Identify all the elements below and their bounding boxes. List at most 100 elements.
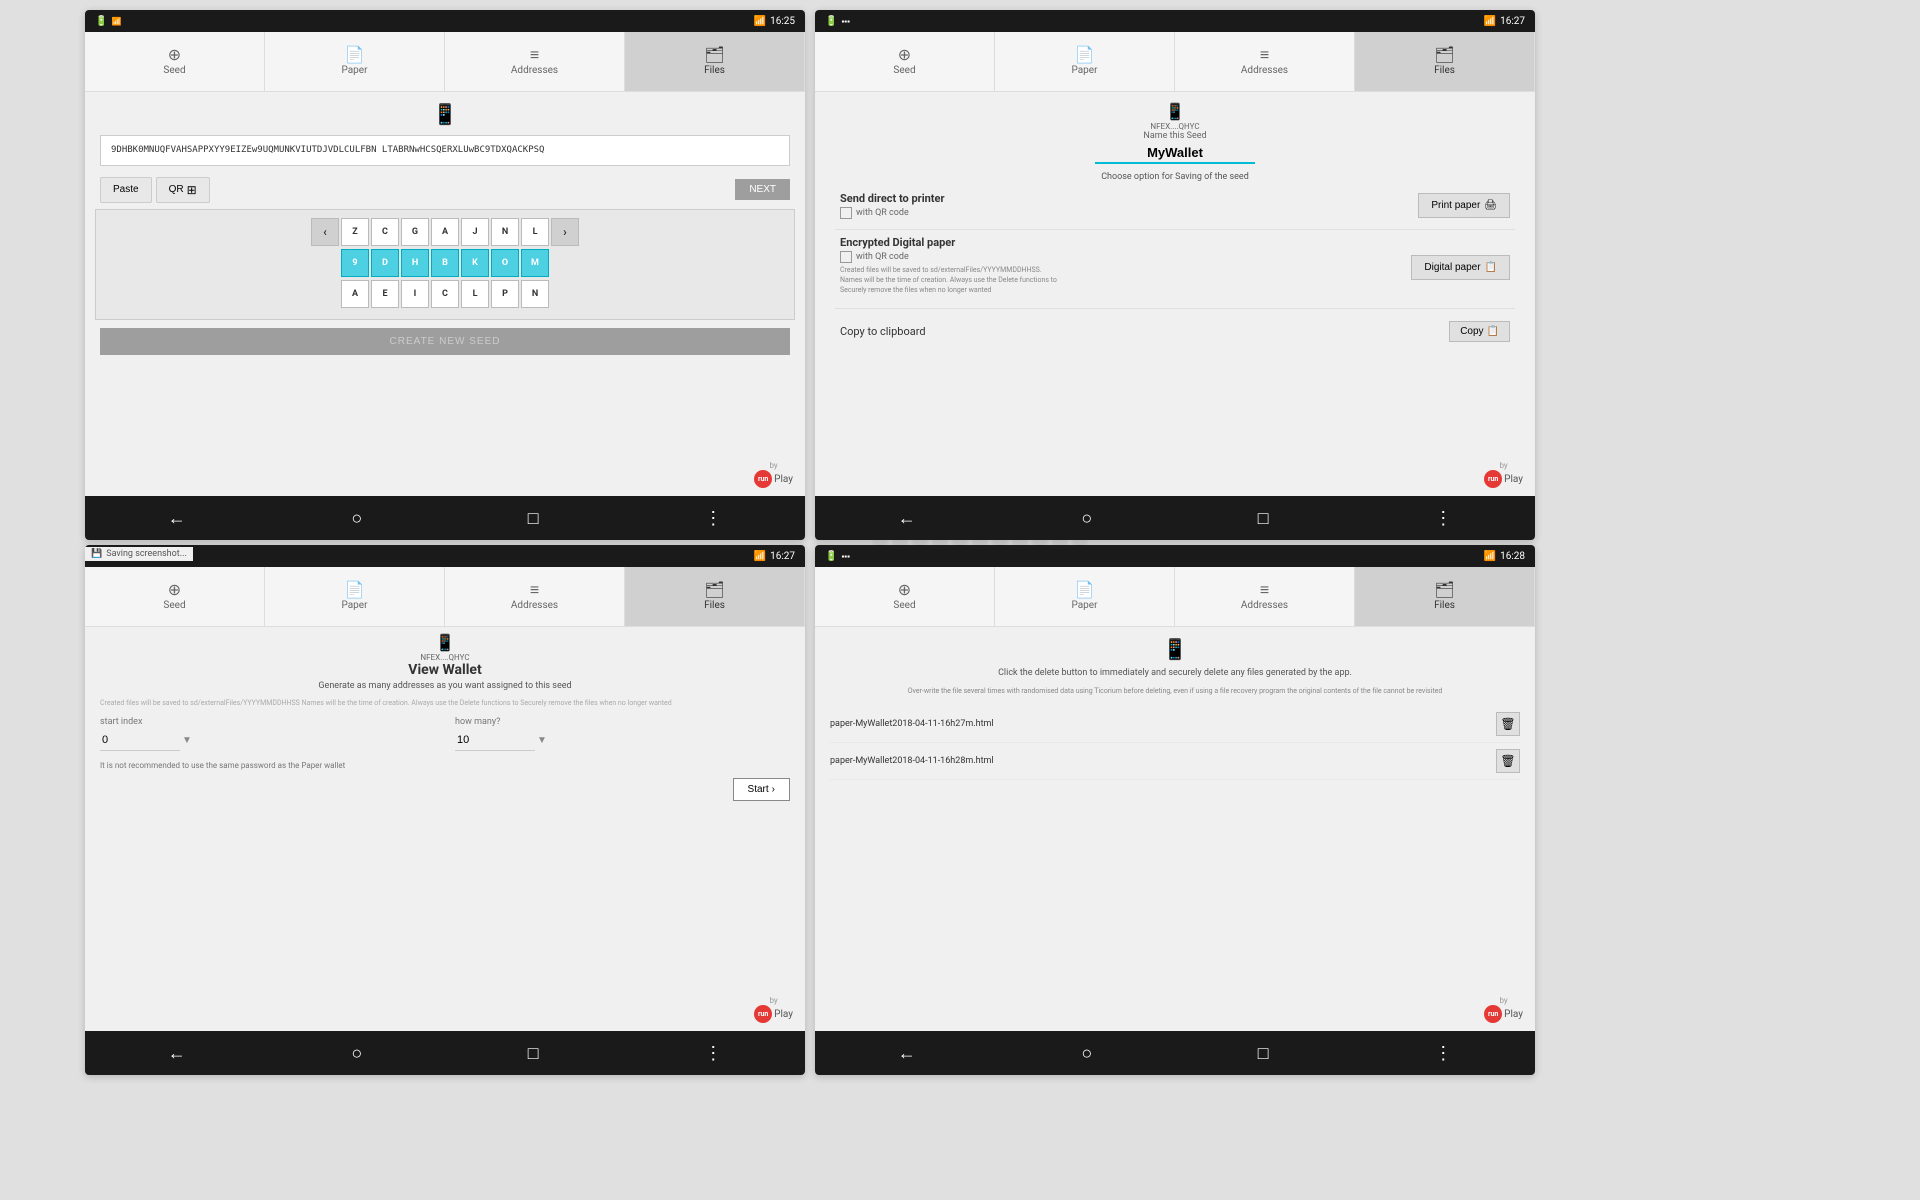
recent-btn-tl[interactable]: □ xyxy=(528,508,539,529)
tab-seed-tl[interactable]: ⊕ Seed xyxy=(85,32,265,91)
tab-paper-bl[interactable]: 📄 Paper xyxy=(265,567,445,626)
recent-btn-br[interactable]: □ xyxy=(1258,1043,1269,1064)
key-P[interactable]: P xyxy=(491,280,519,308)
more-btn-tl[interactable]: ⋮ xyxy=(704,508,722,529)
home-btn-bl[interactable]: ○ xyxy=(351,1043,362,1064)
key-L[interactable]: L xyxy=(521,218,549,246)
key-A[interactable]: A xyxy=(431,218,459,246)
seed-id-label-bl: NFEX....QHYC xyxy=(100,653,790,662)
status-left-br: 🔋 ▪▪▪ xyxy=(825,551,850,562)
home-btn-br[interactable]: ○ xyxy=(1081,1043,1092,1064)
tab-paper-br[interactable]: 📄 Paper xyxy=(995,567,1175,626)
runplay-logo-bl: by run Play xyxy=(754,996,793,1023)
tab-seed-tr[interactable]: ⊕ Seed xyxy=(815,32,995,91)
start-button[interactable]: Start › xyxy=(733,778,790,801)
key-A2[interactable]: A xyxy=(341,280,369,308)
tab-seed-bl[interactable]: ⊕ Seed xyxy=(85,567,265,626)
create-seed-button[interactable]: CREATE NEW SEED xyxy=(100,328,790,355)
key-row-mid: 9 D H B K O M xyxy=(104,249,786,277)
back-btn-bl[interactable]: ← xyxy=(168,1043,186,1064)
time-bl: 16:27 xyxy=(770,551,795,562)
delete-info-text: Click the delete button to immediately a… xyxy=(830,667,1520,680)
home-btn-tr[interactable]: ○ xyxy=(1081,508,1092,529)
tab-addresses-br[interactable]: ≡ Addresses xyxy=(1175,567,1355,626)
time-br: 16:28 xyxy=(1500,551,1525,562)
tab-paper-tr[interactable]: 📄 Paper xyxy=(995,32,1175,91)
tab-addresses-tl[interactable]: ≡ Addresses xyxy=(445,32,625,91)
key-D[interactable]: D xyxy=(371,249,399,277)
status-bar-tl: 🔋 📶 📶 16:25 xyxy=(85,10,805,32)
digital-qr-checkbox[interactable] xyxy=(840,251,852,263)
delete-file-2-button[interactable]: 🗑 xyxy=(1496,749,1520,773)
run-play-brand-br: run Play xyxy=(1484,1005,1523,1023)
recent-btn-tr[interactable]: □ xyxy=(1258,508,1269,529)
key-nav-left[interactable]: ‹ xyxy=(311,218,339,246)
key-G[interactable]: G xyxy=(401,218,429,246)
tab-files-tl[interactable]: 🗂 Files xyxy=(625,32,805,91)
qr-button[interactable]: QR ⊞ xyxy=(156,177,210,203)
more-btn-bl[interactable]: ⋮ xyxy=(704,1043,722,1064)
key-L2[interactable]: L xyxy=(461,280,489,308)
home-btn-tl[interactable]: ○ xyxy=(351,508,362,529)
key-O[interactable]: O xyxy=(491,249,519,277)
key-N2[interactable]: N xyxy=(521,280,549,308)
runplay-logo-tr: by run Play xyxy=(1484,461,1523,488)
key-nav-right[interactable]: › xyxy=(551,218,579,246)
seed-subtitle-tr: Name this Seed xyxy=(835,131,1515,141)
carrier-tl: 📶 xyxy=(111,17,121,26)
file-row-1: paper-MyWallet2018-04-11-16h27m.html 🗑 xyxy=(830,706,1520,743)
wallet-name-input[interactable] xyxy=(1095,143,1255,164)
tab-files-bl[interactable]: 🗂 Files xyxy=(625,567,805,626)
copy-button[interactable]: Copy 📋 xyxy=(1449,321,1510,342)
seed-icon-area: 📱 xyxy=(85,98,805,130)
tab-seed-br[interactable]: ⊕ Seed xyxy=(815,567,995,626)
key-I[interactable]: I xyxy=(401,280,429,308)
addresses-tab-label: Addresses xyxy=(511,65,558,76)
nav-bar-bl: ⊕ Seed 📄 Paper ≡ Addresses 🗂 Files xyxy=(85,567,805,627)
start-index-input[interactable] xyxy=(100,730,180,751)
tab-paper-tl[interactable]: 📄 Paper xyxy=(265,32,445,91)
key-C[interactable]: C xyxy=(371,218,399,246)
digital-paper-button[interactable]: Digital paper 📋 xyxy=(1411,255,1510,280)
start-index-input-row: ▼ xyxy=(100,730,435,751)
key-K[interactable]: K xyxy=(461,249,489,277)
key-J[interactable]: J xyxy=(461,218,489,246)
run-play-brand-tr: run Play xyxy=(1484,470,1523,488)
paper-tab-icon-bl: 📄 xyxy=(345,582,365,598)
seed-card-icon-bl: 📱 xyxy=(435,633,455,652)
paste-button[interactable]: Paste xyxy=(100,177,152,203)
bottom-nav-bl: ← ○ □ ⋮ xyxy=(85,1031,805,1075)
key-C2[interactable]: C xyxy=(431,280,459,308)
digital-info-text: Created files will be saved to sd/extern… xyxy=(840,266,1060,295)
delete-file-1-button[interactable]: 🗑 xyxy=(1496,712,1520,736)
seed-tab-icon: ⊕ xyxy=(168,47,181,63)
saving-text: Saving screenshot... xyxy=(106,549,187,559)
more-btn-br[interactable]: ⋮ xyxy=(1434,1043,1452,1064)
tab-files-tr[interactable]: 🗂 Files xyxy=(1355,32,1535,91)
key-N[interactable]: N xyxy=(491,218,519,246)
key-9[interactable]: 9 xyxy=(341,249,369,277)
key-E[interactable]: E xyxy=(371,280,399,308)
tab-files-br[interactable]: 🗂 Files xyxy=(1355,567,1535,626)
file-row-2: paper-MyWallet2018-04-11-16h28m.html 🗑 xyxy=(830,743,1520,780)
wifi-icon-tl: 📶 xyxy=(754,16,766,27)
tab-addresses-tr[interactable]: ≡ Addresses xyxy=(1175,32,1355,91)
more-btn-tr[interactable]: ⋮ xyxy=(1434,508,1452,529)
print-qr-checkbox[interactable] xyxy=(840,207,852,219)
how-many-input[interactable] xyxy=(455,730,535,751)
print-paper-button[interactable]: Print paper 🖨 xyxy=(1418,193,1510,218)
key-M[interactable]: M xyxy=(521,249,549,277)
back-btn-tl[interactable]: ← xyxy=(168,508,186,529)
how-many-chevron: ▼ xyxy=(537,735,547,746)
seed-tab-icon-bl: ⊕ xyxy=(168,582,181,598)
seed-id-row-tr: 📱 xyxy=(835,102,1515,121)
back-btn-tr[interactable]: ← xyxy=(898,508,916,529)
key-Z[interactable]: Z xyxy=(341,218,369,246)
recent-btn-bl[interactable]: □ xyxy=(528,1043,539,1064)
next-button[interactable]: NEXT xyxy=(735,179,790,200)
key-B[interactable]: B xyxy=(431,249,459,277)
status-right-tl: 📶 16:25 xyxy=(754,16,795,27)
tab-addresses-bl[interactable]: ≡ Addresses xyxy=(445,567,625,626)
back-btn-br[interactable]: ← xyxy=(898,1043,916,1064)
key-H[interactable]: H xyxy=(401,249,429,277)
